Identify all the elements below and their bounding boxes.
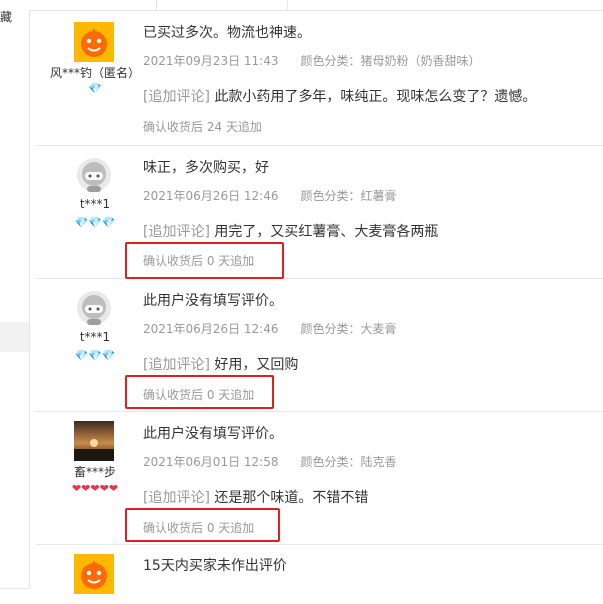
append-tag: [追加评论] [143, 490, 210, 506]
sunset-photo-avatar-icon[interactable] [74, 421, 114, 461]
sidebar-cell[interactable] [0, 30, 29, 59]
sidebar-blank [0, 352, 29, 589]
sidebar-cell[interactable] [0, 86, 29, 115]
review-sku: 颜色分类：红薯膏 [300, 189, 397, 203]
review-item: 15天内买家未作出评价 [36, 544, 603, 604]
review-meta: 2021年06月26日 12:46 颜色分类：大麦膏 [143, 320, 397, 337]
sidebar-cell[interactable] [0, 58, 29, 87]
append-tag: [追加评论] [143, 224, 210, 240]
reviewer-name[interactable]: 风***钓（匿名） [36, 64, 154, 81]
append-delay: 确认收货后 24 天追加 [143, 120, 262, 134]
append-text: 用完了，又买红薯膏、大麦膏各两瓶 [214, 224, 439, 240]
review-text: 15天内买家未作出评价 [143, 558, 287, 574]
highlight-box [125, 375, 274, 409]
diamond-icon: 💎 [88, 82, 102, 95]
review-date: 2021年09月23日 11:43 [143, 54, 279, 68]
highlight-box [125, 508, 280, 542]
append-tag: [追加评论] [143, 357, 210, 373]
append-text: 好用，又回购 [214, 357, 299, 373]
highlight-box [125, 242, 284, 279]
orange-mascot-avatar-icon[interactable] [74, 554, 114, 594]
reviewer-name[interactable]: t***1 [36, 330, 154, 344]
review-item: t***1 💎💎💎 此用户没有填写评价。 2021年06月26日 12:46 颜色… [36, 278, 603, 412]
append-text: 此款小药用了多年，味纯正。现味怎么变了？遗憾。 [214, 89, 537, 105]
gray-helmet-avatar-icon[interactable] [74, 155, 114, 195]
review-sku: 颜色分类：大麦膏 [300, 322, 397, 336]
diamond-icon: 💎💎💎 [74, 216, 116, 229]
review-sku: 颜色分类：陆克香 [300, 455, 397, 469]
review-meta: 2021年09月23日 11:43 颜色分类：猪母奶粉（奶香甜味） [143, 52, 481, 69]
sidebar-cell[interactable] [0, 142, 29, 171]
tab-active[interactable] [156, 0, 288, 10]
review-text: 此用户没有填写评价。 [143, 293, 283, 309]
review-meta: 2021年06月26日 12:46 颜色分类：红薯膏 [143, 187, 397, 204]
sidebar-cell[interactable] [0, 322, 29, 353]
heart-icon: ❤❤❤❤❤ [71, 482, 119, 495]
left-sidebar: 藏 [0, 0, 30, 589]
orange-mascot-avatar-icon[interactable] [74, 22, 114, 62]
sidebar-cell[interactable] [0, 114, 29, 143]
sidebar-partial-label: 藏 [0, 10, 13, 24]
review-date: 2021年06月26日 12:46 [143, 322, 279, 336]
review-sku: 颜色分类：猪母奶粉（奶香甜味） [300, 54, 481, 68]
reviewer-name[interactable]: 畜***步 [36, 463, 154, 480]
review-text: 已买过多次。物流也神速。 [143, 25, 311, 41]
append-review: [追加评论] 好用，又回购 [143, 354, 298, 374]
sidebar-blank [0, 170, 29, 323]
append-review: [追加评论] 还是那个味道。不错不错 [143, 487, 368, 507]
reviewer-name[interactable]: t***1 [36, 197, 154, 211]
append-review: [追加评论] 此款小药用了多年，味纯正。现味怎么变了？遗憾。 [143, 86, 536, 106]
sidebar-cell[interactable]: 藏 [0, 0, 29, 31]
review-date: 2021年06月26日 12:46 [143, 189, 279, 203]
append-tag: [追加评论] [143, 89, 210, 105]
review-item: 风***钓（匿名） 💎 已买过多次。物流也神速。 2021年09月23日 11:… [36, 10, 603, 146]
append-text: 还是那个味道。不错不错 [214, 490, 369, 506]
gray-helmet-avatar-icon[interactable] [74, 288, 114, 328]
review-date: 2021年06月01日 12:58 [143, 455, 279, 469]
review-text: 此用户没有填写评价。 [143, 426, 283, 442]
review-item: t***1 💎💎💎 味正，多次购买，好 2021年06月26日 12:46 颜色分… [36, 145, 603, 279]
review-text: 味正，多次购买，好 [143, 160, 269, 176]
append-review: [追加评论] 用完了，又买红薯膏、大麦膏各两瓶 [143, 221, 438, 241]
review-item: 畜***步 ❤❤❤❤❤ 此用户没有填写评价。 2021年06月01日 12:58… [36, 411, 603, 545]
review-meta: 2021年06月01日 12:58 颜色分类：陆克香 [143, 453, 397, 470]
diamond-icon: 💎💎💎 [74, 349, 116, 362]
